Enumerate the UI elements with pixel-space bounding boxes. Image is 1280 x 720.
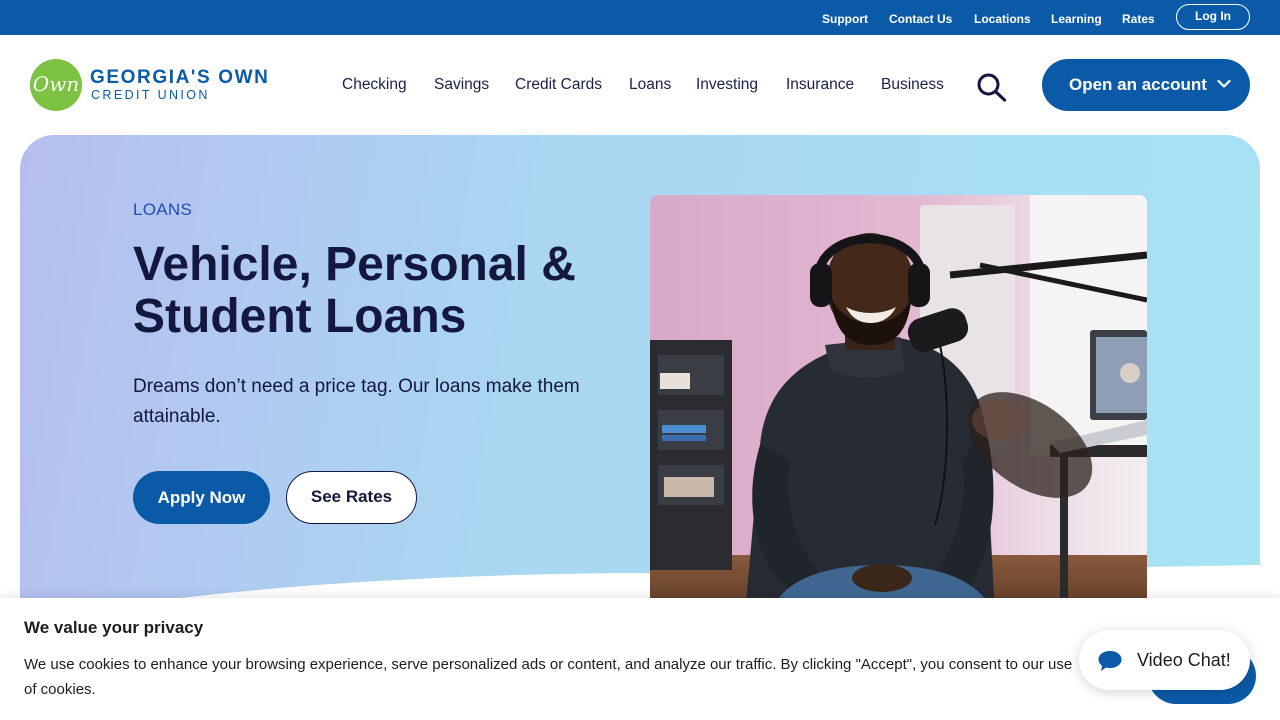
see-rates-button[interactable]: See Rates [286,471,417,524]
nav-savings[interactable]: Savings [434,76,489,94]
video-chat-label: Video Chat! [1137,650,1231,670]
nav-business[interactable]: Business [881,76,944,94]
open-account-label: Open an account [1069,75,1207,94]
logo-mark[interactable]: Own [30,59,82,111]
hero-subtitle: Dreams don’t need a price tag. Our loans… [133,376,580,427]
hero-photo [650,195,1147,615]
chat-bubble-icon [1098,651,1122,671]
logo-subname[interactable]: CREDIT UNION [91,88,210,102]
nav-investing[interactable]: Investing [696,76,758,94]
nav-credit-cards[interactable]: Credit Cards [515,76,602,94]
logo-mark-text: Own [32,72,80,96]
utility-link-learning[interactable]: Learning [1051,12,1102,26]
cookie-title: We value your privacy [24,618,204,637]
video-chat-button[interactable]: Video Chat! [1079,630,1250,690]
hero-photo-illustration [650,195,1147,615]
logo-name[interactable]: GEORGIA'S OWN [90,67,269,89]
apply-now-button[interactable]: Apply Now [133,471,270,524]
nav-checking[interactable]: Checking [342,76,407,94]
utility-link-locations[interactable]: Locations [974,12,1031,26]
search-icon [977,73,1007,102]
open-account-button[interactable]: Open an account [1042,59,1250,111]
utility-link-support[interactable]: Support [822,12,868,26]
login-button[interactable]: Log In [1176,4,1250,30]
site-header: Own GEORGIA'S OWN CREDIT UNION Checking … [0,35,1280,135]
nav-insurance[interactable]: Insurance [786,76,854,94]
utility-link-rates[interactable]: Rates [1122,12,1155,26]
nav-loans[interactable]: Loans [629,76,671,94]
cookie-text: We use cookies to enhance your browsing … [24,656,1073,698]
hero-title: Vehicle, Personal & Student Loans [133,238,576,343]
utility-bar: Support Contact Us Locations Learning Ra… [0,0,1280,35]
utility-link-contact-us[interactable]: Contact Us [889,12,952,26]
search-button[interactable] [976,72,1008,102]
hero-eyebrow: LOANS [133,200,193,219]
chevron-down-icon [1217,79,1231,88]
